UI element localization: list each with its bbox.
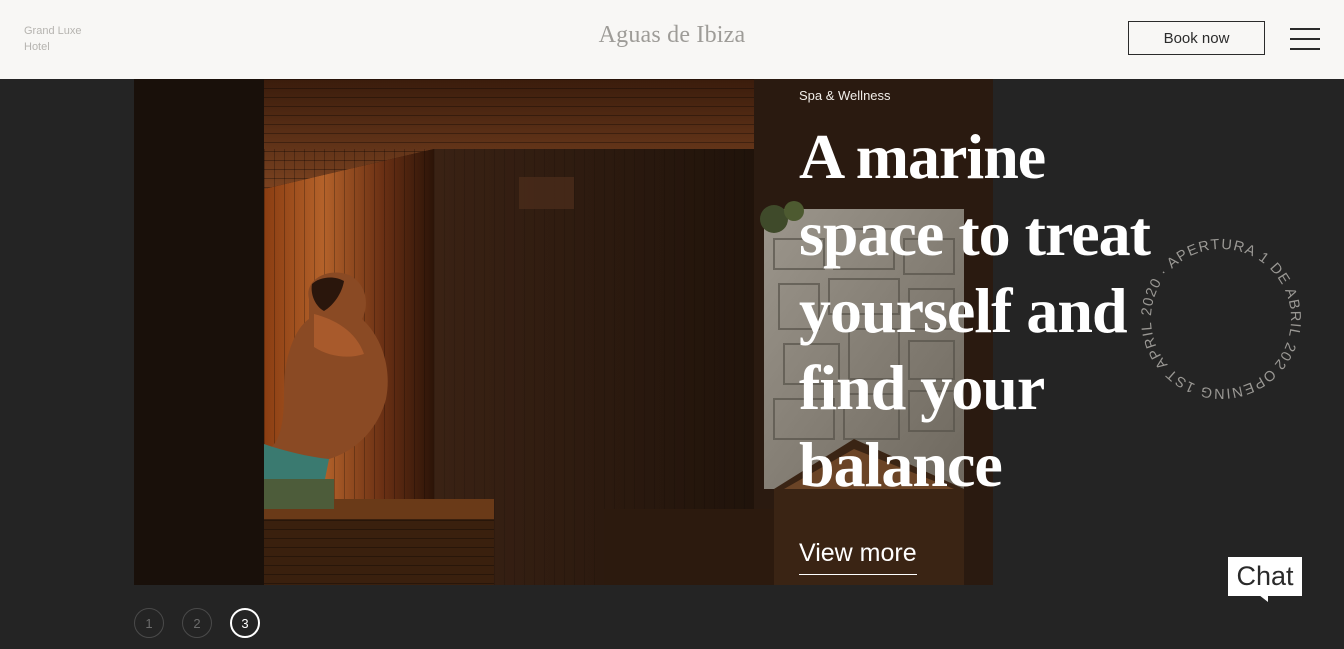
opening-date-badge: OPENING 1ST APRIL 2020 · APERTURA 1 DE A… <box>1134 232 1308 406</box>
chat-button[interactable]: Chat <box>1228 557 1302 596</box>
svg-text:OPENING 1ST APRIL 2020 · APERT: OPENING 1ST APRIL 2020 · APERTURA 1 DE A… <box>1134 232 1308 406</box>
tagline-line-2: Hotel <box>24 41 50 53</box>
badge-text: OPENING 1ST APRIL 2020 · APERTURA 1 DE A… <box>1134 232 1308 406</box>
hotel-tagline: Grand Luxe Hotel <box>24 23 114 55</box>
slide-page-2[interactable]: 2 <box>182 608 212 638</box>
site-header: Grand Luxe Hotel Aguas de Ibiza Book now <box>0 0 1344 79</box>
chat-bubble-tail <box>1259 595 1268 602</box>
slide-page-3[interactable]: 3 <box>230 608 260 638</box>
hamburger-menu-icon[interactable] <box>1290 28 1320 50</box>
book-now-button[interactable]: Book now <box>1128 21 1265 55</box>
tagline-line-1: Grand Luxe <box>24 25 82 37</box>
view-more-link[interactable]: View more <box>799 539 917 575</box>
section-category: Spa & Wellness <box>799 88 891 103</box>
site-logo[interactable]: Aguas de Ibiza <box>599 22 746 48</box>
slide-page-1[interactable]: 1 <box>134 608 164 638</box>
